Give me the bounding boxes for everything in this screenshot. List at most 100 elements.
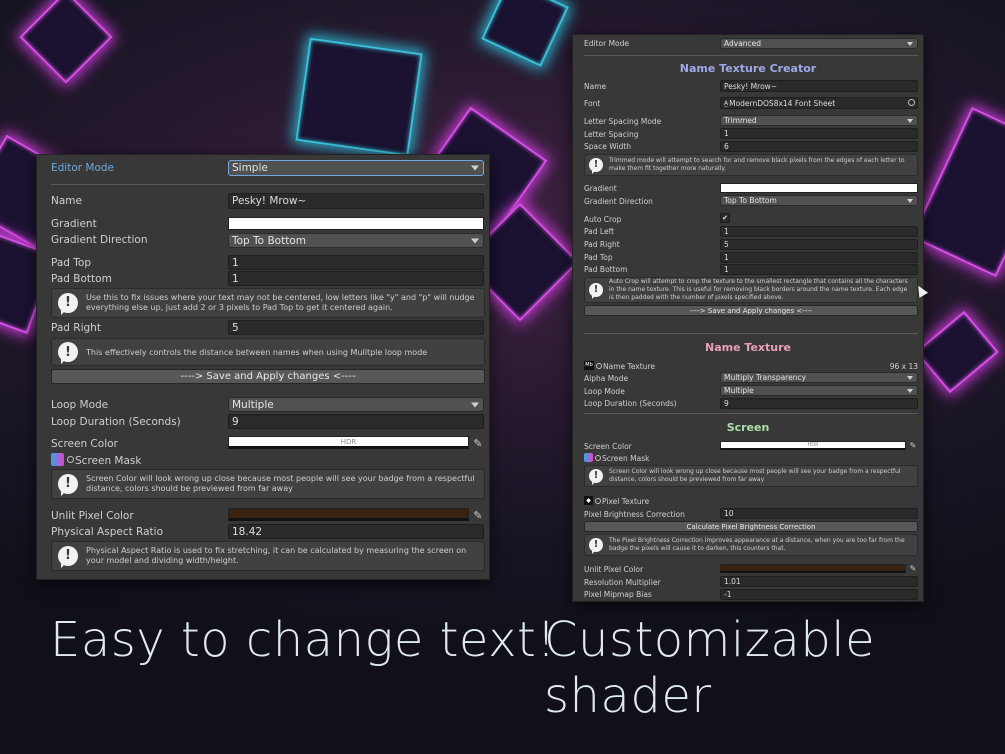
chevron-down-icon [471,402,479,407]
editor-mode-label: Editor Mode [584,39,630,48]
screen-color-field[interactable]: HDR [720,441,906,450]
object-picker-icon[interactable] [595,498,601,504]
font-label: Font [584,99,601,108]
letter-spacing-input[interactable]: 1 [720,128,918,139]
help-box-auto-crop: ! Auto Crop will attempt to crop the tex… [584,277,918,303]
eyedropper-icon[interactable]: ✎ [908,440,918,450]
pad-right-label: Pad Right [51,322,101,334]
warning-icon: ! [58,342,78,364]
save-apply-button[interactable]: ----> Save and Apply changes <---- [584,305,918,316]
alpha-mode-label: Alpha Mode [584,374,629,383]
save-apply-button[interactable]: ----> Save and Apply changes <---- [51,369,485,384]
screen-color-field[interactable]: HDR [228,436,469,449]
name-input[interactable]: Pesky! Mrow~ [228,193,484,209]
name-input[interactable]: Pesky! Mrow~ [720,80,918,92]
name-texture-label: Name Texture [603,362,655,371]
gradient-direction-dropdown[interactable]: Top To Bottom [720,195,918,206]
texture-thumbnail[interactable] [584,453,593,462]
bg-square [915,310,999,394]
gradient-field[interactable] [228,217,484,230]
gradient-direction-dropdown[interactable]: Top To Bottom [228,233,484,248]
loop-mode-label: Loop Mode [51,399,109,411]
letter-spacing-mode-label: Letter Spacing Mode [584,117,662,126]
editor-mode-dropdown[interactable]: Simple [228,160,484,176]
screen-color-label: Screen Color [51,438,118,450]
warning-icon: ! [58,474,78,496]
pixel-texture-label: Pixel Texture [602,497,650,506]
chevron-down-icon [471,165,479,171]
auto-crop-checkbox[interactable]: ✔ [720,213,730,223]
object-picker-icon[interactable] [67,456,74,463]
name-label: Name [51,195,82,207]
warning-icon: ! [58,546,78,568]
loop-duration-input[interactable]: 9 [720,398,918,409]
chevron-down-icon [907,375,913,380]
help-box-aspect: ! Physical Aspect Ratio is used to fix s… [51,541,485,571]
inspector-panel-advanced: Editor Mode Advanced Name Texture Creato… [572,34,924,602]
calculate-brightness-button[interactable]: Calculate Pixel Brightness Correction [584,521,918,532]
bg-square [481,0,569,67]
font-field[interactable]: A̲ ModernDOS8x14 Font Sheet [720,97,918,109]
texture-thumbnail[interactable] [51,453,64,466]
bg-square [295,37,423,157]
eyedropper-icon[interactable]: ✎ [908,563,918,573]
loop-mode-dropdown[interactable]: Multiple [228,397,484,412]
pixel-mipmap-bias-input[interactable]: -1 [720,589,918,600]
chevron-down-icon [907,118,913,123]
physical-aspect-ratio-label: Physical Aspect Ratio [51,526,164,538]
help-box-screen-color: ! Screen Color will look wrong up close … [584,465,918,487]
pad-top-label: Pad Top [584,253,613,262]
loop-mode-label: Loop Mode [584,387,625,396]
pad-left-label: Pad Left [584,227,615,236]
pad-top-input[interactable]: 1 [720,252,918,263]
texture-thumbnail[interactable]: ◆ [584,496,593,505]
loop-duration-input[interactable]: 9 [228,414,484,429]
object-picker-icon[interactable] [908,99,915,106]
chevron-down-icon [907,198,913,203]
loop-mode-dropdown[interactable]: Multiple [720,385,918,396]
warning-icon: ! [589,469,603,485]
bg-square [19,0,113,84]
name-texture-size: 96 x 13 [889,362,918,371]
gradient-label: Gradient [51,218,97,230]
warning-icon: ! [58,293,78,315]
help-box-pad-right: ! This effectively controls the distance… [51,338,485,366]
pad-bottom-input[interactable]: 1 [720,264,918,275]
divider [51,184,485,185]
eyedropper-icon[interactable]: ✎ [471,508,485,522]
caption-left: Easy to change text! [50,612,557,668]
gradient-field[interactable] [720,183,918,193]
font-asset-icon: A̲ [724,99,729,107]
pad-right-input[interactable]: 5 [228,320,484,335]
letter-spacing-mode-dropdown[interactable]: Trimmed [720,115,918,126]
section-title-name-texture: Name Texture [705,341,791,354]
resolution-multiplier-input[interactable]: 1.01 [720,576,918,587]
editor-mode-dropdown[interactable]: Advanced [720,38,918,49]
physical-aspect-ratio-input[interactable]: 18.42 [228,524,484,539]
help-box-trimmed: ! Trimmed mode will attempt to search fo… [584,154,918,176]
pad-top-label: Pad Top [51,257,92,269]
gradient-label: Gradient [584,184,617,193]
pad-left-input[interactable]: 1 [720,226,918,237]
pad-top-input[interactable]: 1 [228,255,484,270]
unlit-pixel-color-field[interactable] [720,564,906,573]
pad-bottom-input[interactable]: 1 [228,271,484,286]
pad-right-input[interactable]: 5 [720,239,918,250]
space-width-input[interactable]: 6 [720,141,918,152]
object-picker-icon[interactable] [596,363,602,369]
help-box-pad: ! Use this to fix issues where your text… [51,288,485,318]
alpha-mode-dropdown[interactable]: Multiply Transparency [720,372,918,383]
chevron-down-icon [471,238,479,243]
help-box-screen-color: ! Screen Color will look wrong up close … [51,469,485,499]
inspector-panel-simple: Editor Mode Simple Name Pesky! Mrow~ Gra… [36,154,490,580]
texture-thumbnail[interactable]: Mb [584,361,594,370]
pad-bottom-label: Pad Bottom [51,273,112,285]
pixel-brightness-correction-input[interactable]: 10 [720,508,918,519]
pad-bottom-label: Pad Bottom [584,265,628,274]
caption-right: Customizable shader [544,612,876,724]
unlit-pixel-color-field[interactable] [228,508,469,521]
eyedropper-icon[interactable]: ✎ [471,436,485,450]
object-picker-icon[interactable] [595,455,601,461]
pad-right-label: Pad Right [584,240,620,249]
divider [584,413,918,414]
